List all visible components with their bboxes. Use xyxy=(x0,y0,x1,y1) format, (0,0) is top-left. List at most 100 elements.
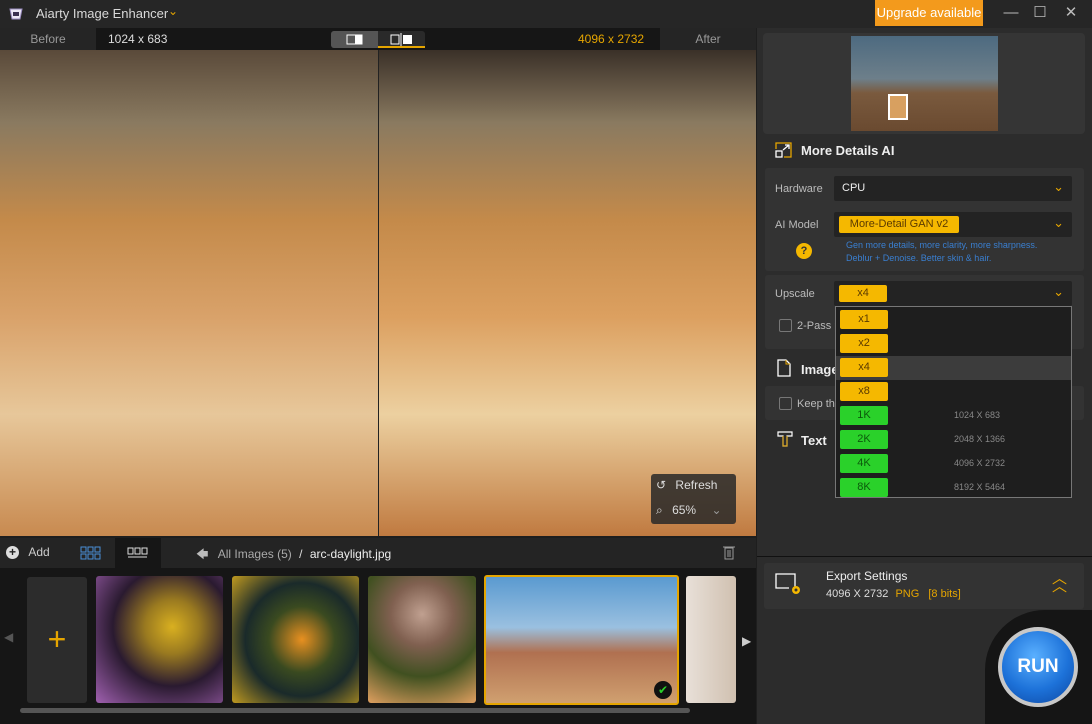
image-icon xyxy=(777,359,791,377)
text-icon xyxy=(777,431,793,447)
view-mode-toggle xyxy=(331,31,425,48)
scroll-left-arrow[interactable]: ◀ xyxy=(4,630,13,644)
option-resolution: 1024 X 683 xyxy=(954,410,1001,420)
refresh-icon: ↺ xyxy=(656,478,667,492)
grid-view-icon[interactable] xyxy=(80,546,102,560)
divider xyxy=(757,556,1092,557)
trash-icon[interactable] xyxy=(722,544,736,560)
scroll-right-arrow[interactable]: ▶ xyxy=(742,634,751,648)
breadcrumb-parent[interactable]: All Images (5) xyxy=(218,547,292,561)
model-desc-line-2: Deblur + Denoise. Better skin & hair. xyxy=(846,253,992,263)
filmstrip-view-icon xyxy=(127,547,148,558)
two-pass-checkbox[interactable] xyxy=(779,319,792,332)
thumbnail-2[interactable] xyxy=(232,576,359,703)
upscale-option[interactable]: 2K 2048 X 1366 xyxy=(836,428,1071,452)
back-arrow-icon[interactable]: 🡄 xyxy=(196,547,208,561)
upscale-label: Upscale xyxy=(775,288,815,300)
zoom-panel: ↺ Refresh ⌕ 65% ⌄ xyxy=(651,474,736,524)
split-view-button[interactable] xyxy=(378,31,425,48)
app-title: Aiarty Image Enhancer xyxy=(36,6,169,21)
chevron-down-icon: ⌄ xyxy=(711,503,722,517)
upscale-option[interactable]: 4K 4096 X 2732 xyxy=(836,452,1071,476)
thumbnail-5[interactable] xyxy=(686,576,736,703)
chevron-down-icon: ⌄ xyxy=(1053,215,1064,230)
keep-label: Keep th xyxy=(797,398,835,410)
thumbnail-4-selected[interactable]: ✔ xyxy=(484,575,679,705)
upscale-option-highlighted[interactable]: x4 xyxy=(836,356,1071,380)
help-icon[interactable]: ? xyxy=(796,243,812,259)
split-view-icon xyxy=(390,33,412,46)
ai-model-description: Gen more details, more clarity, more sha… xyxy=(846,239,1037,265)
maximize-button[interactable]: ☐ xyxy=(1025,2,1055,24)
add-image-tile[interactable]: + xyxy=(27,577,87,703)
option-label: 8K xyxy=(840,478,888,497)
before-label: Before xyxy=(0,28,96,50)
after-size: 4096 x 2732 xyxy=(578,32,645,46)
option-resolution: 4096 X 2732 xyxy=(954,458,1006,468)
chevron-down-icon: ⌄ xyxy=(1053,179,1064,194)
ai-model-value: More-Detail GAN v2 xyxy=(839,216,959,233)
before-image[interactable] xyxy=(0,50,378,536)
strip-view-button[interactable] xyxy=(115,538,161,568)
export-settings[interactable]: Export Settings 4096 X 2732 PNG [8 bits]… xyxy=(764,563,1084,609)
option-label: 1K xyxy=(840,406,888,425)
export-bits: [8 bits] xyxy=(928,588,961,600)
option-resolution: 2048 X 1366 xyxy=(954,434,1006,444)
run-button[interactable]: RUN xyxy=(998,627,1078,707)
section-title-text: Text xyxy=(801,433,827,448)
option-resolution: 8192 X 5464 xyxy=(954,482,1006,492)
close-button[interactable]: ✕ xyxy=(1056,2,1086,24)
breadcrumb: 🡄 All Images (5) / arc-daylight.jpg xyxy=(196,545,391,566)
export-title: Export Settings xyxy=(826,569,908,583)
side-by-side-view-button[interactable] xyxy=(331,31,378,48)
chevron-down-icon[interactable]: ⌄ xyxy=(168,4,178,18)
zoom-level: 65% xyxy=(672,503,697,517)
hardware-select[interactable]: CPU ⌄ xyxy=(834,176,1072,201)
option-label: 2K xyxy=(840,430,888,449)
option-label: x1 xyxy=(840,310,888,329)
model-desc-line-1: Gen more details, more clarity, more sha… xyxy=(846,240,1038,250)
hardware-value: CPU xyxy=(842,182,866,194)
navigator-thumbnail[interactable] xyxy=(851,36,998,131)
keep-checkbox[interactable] xyxy=(779,397,792,410)
upscale-option[interactable]: x8 xyxy=(836,380,1071,404)
upscale-dropdown: x1 x2 x4 x8 1K 1024 X 683 2K 2048 X 1366… xyxy=(835,306,1072,498)
export-size: 4096 X 2732 xyxy=(826,588,889,600)
thumbnail-scrollbar[interactable] xyxy=(20,708,690,713)
hardware-label: Hardware xyxy=(775,183,823,195)
add-button[interactable]: + Add xyxy=(6,545,50,559)
refresh-button[interactable]: ↺ Refresh xyxy=(656,478,717,492)
side-by-side-icon xyxy=(346,34,363,45)
upscale-option[interactable]: 8K 8192 X 5464 xyxy=(836,476,1071,500)
thumbnail-1[interactable] xyxy=(96,576,223,703)
ai-model-select[interactable]: More-Detail GAN v2 ⌄ xyxy=(834,212,1072,237)
upgrade-button[interactable]: Upgrade available xyxy=(875,0,983,26)
before-size: 1024 x 683 xyxy=(108,32,168,46)
breadcrumb-separator: / xyxy=(299,547,303,561)
plus-circle-icon: + xyxy=(6,546,19,559)
two-pass-label: 2-Pass p xyxy=(797,320,841,332)
chevron-up-icon: ⌄ xyxy=(1053,284,1064,299)
zoom-magnifier-icon: ⌕ xyxy=(656,503,663,517)
upscale-icon xyxy=(775,142,792,158)
option-label: x2 xyxy=(840,334,888,353)
export-format: PNG xyxy=(895,588,920,600)
section-title-image: Image xyxy=(801,362,839,377)
minimize-button[interactable]: — xyxy=(996,2,1026,24)
upscale-option[interactable]: x1 xyxy=(836,308,1071,332)
split-divider[interactable] xyxy=(378,50,379,536)
after-label: After xyxy=(660,28,756,50)
option-label: x4 xyxy=(840,358,888,377)
upscale-option[interactable]: x2 xyxy=(836,332,1071,356)
upscale-option[interactable]: 1K 1024 X 683 xyxy=(836,404,1071,428)
breadcrumb-current: arc-daylight.jpg xyxy=(309,547,392,561)
add-label: Add xyxy=(28,545,50,559)
chevron-double-up-icon[interactable]: ︿ ︿ xyxy=(1052,571,1067,594)
navigator-viewport[interactable] xyxy=(888,94,908,120)
after-image[interactable] xyxy=(379,50,756,536)
upscale-select[interactable]: x4 ⌄ xyxy=(834,281,1072,306)
thumbnail-3[interactable] xyxy=(368,576,476,703)
section-title-more-details: More Details AI xyxy=(801,143,895,158)
zoom-level-select[interactable]: ⌕ 65% ⌄ xyxy=(656,503,722,518)
ai-model-label: AI Model xyxy=(775,219,819,231)
